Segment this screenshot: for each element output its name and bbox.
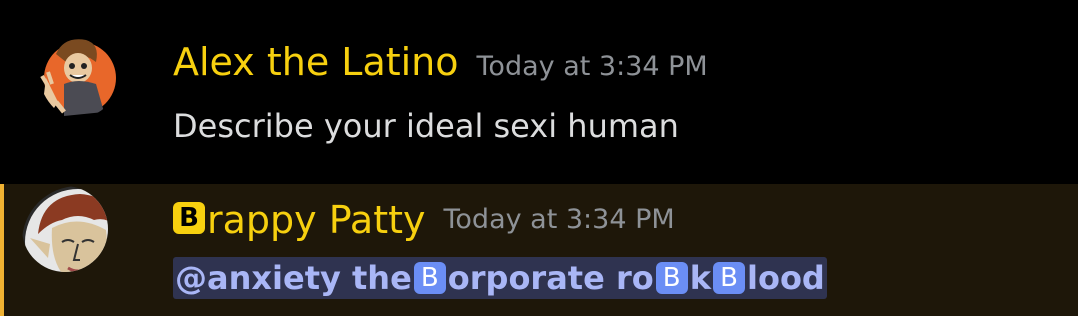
message-item[interactable]: Alex the Latino Today at 3:34 PM Describ… <box>0 0 1078 172</box>
b-emoji-icon: B <box>413 262 446 294</box>
mention-text: k <box>689 259 711 297</box>
username[interactable]: Brappy Patty <box>173 196 426 244</box>
b-emoji-icon: B <box>655 262 688 294</box>
message-item-mentioned[interactable]: Brappy Patty Today at 3:34 PM @anxiety t… <box>0 184 1078 316</box>
username-text: rappy Patty <box>207 198 426 242</box>
timestamp: Today at 3:34 PM <box>476 51 708 82</box>
timestamp: Today at 3:34 PM <box>443 204 675 235</box>
message-content: @anxiety the Borporate ro Bk Blood <box>173 256 827 300</box>
cartoon-elf-avatar-icon[interactable] <box>22 186 108 272</box>
username[interactable]: Alex the Latino <box>173 38 459 86</box>
user-mention[interactable]: @anxiety the Borporate ro Bk Blood <box>173 257 827 299</box>
mention-text: @anxiety the <box>175 259 412 297</box>
message-header: Brappy Patty Today at 3:34 PM <box>173 196 675 244</box>
b-emoji-icon: B <box>712 262 745 294</box>
mention-highlight-bar <box>0 184 4 316</box>
message-header: Alex the Latino Today at 3:34 PM <box>173 38 708 86</box>
mention-text: orporate ro <box>447 259 654 297</box>
message-content: Describe your ideal sexi human <box>173 107 679 145</box>
cartoon-guy-avatar-icon[interactable] <box>34 32 120 118</box>
mention-text: lood <box>746 259 825 297</box>
b-emoji-icon: B <box>173 202 205 234</box>
